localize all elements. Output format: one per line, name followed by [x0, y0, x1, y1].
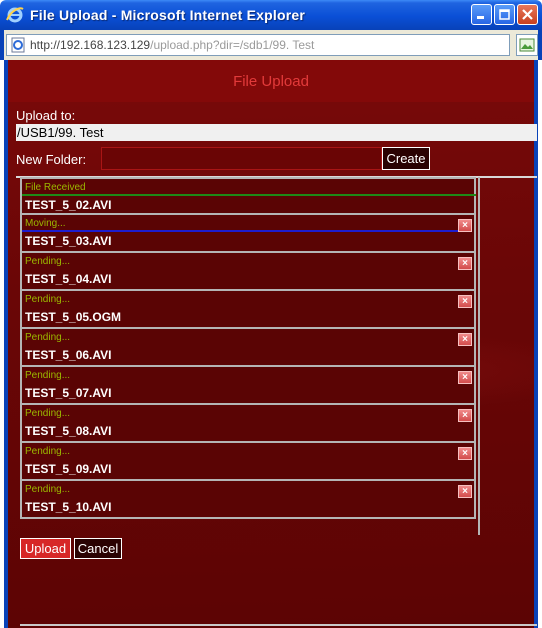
- upload-to-label: Upload to:: [16, 108, 76, 123]
- upload-button[interactable]: Upload: [20, 538, 71, 559]
- new-folder-label: New Folder:: [16, 152, 87, 167]
- file-status: Moving...: [25, 218, 66, 229]
- upload-page: File Upload Upload to: /USB1/99. Test Ne…: [4, 60, 538, 628]
- ie-icon: [6, 6, 24, 24]
- maximize-button[interactable]: [494, 4, 515, 25]
- file-row: Pending... TEST_5_10.AVI ×: [20, 481, 476, 519]
- new-folder-input[interactable]: [101, 147, 382, 170]
- file-status: Pending...: [25, 294, 71, 305]
- url-host: http://192.168.123.129: [30, 38, 151, 52]
- file-name: TEST_5_09.AVI: [25, 462, 112, 476]
- progress-line: [22, 230, 462, 232]
- file-status: Pending...: [25, 484, 71, 495]
- file-row: Pending... TEST_5_05.OGM ×: [20, 291, 476, 329]
- page-title: File Upload: [233, 72, 309, 90]
- upload-to-field[interactable]: /USB1/99. Test: [16, 124, 537, 141]
- url-field[interactable]: http://192.168.123.129 /upload.php?dir=/…: [6, 34, 510, 56]
- remove-file-button[interactable]: ×: [458, 485, 472, 498]
- picture-icon: [519, 38, 535, 52]
- file-status: Pending...: [25, 408, 71, 419]
- remove-file-button[interactable]: ×: [458, 257, 472, 270]
- url-path: /upload.php?dir=/sdb1/99. Test: [150, 38, 315, 52]
- file-row: Pending... TEST_5_07.AVI ×: [20, 367, 476, 405]
- file-name: TEST_5_05.OGM: [25, 310, 122, 324]
- cancel-button[interactable]: Cancel: [74, 538, 122, 559]
- file-name: TEST_5_10.AVI: [25, 500, 112, 514]
- window-titlebar[interactable]: File Upload - Microsoft Internet Explore…: [0, 0, 542, 30]
- page-info-button[interactable]: [516, 34, 538, 56]
- file-name: TEST_5_06.AVI: [25, 348, 112, 362]
- file-status: Pending...: [25, 370, 71, 381]
- create-button[interactable]: Create: [382, 147, 430, 170]
- minimize-icon: [477, 16, 484, 19]
- remove-file-button[interactable]: ×: [458, 295, 472, 308]
- file-name: TEST_5_04.AVI: [25, 272, 112, 286]
- file-status: Pending...: [25, 446, 71, 457]
- remove-file-button[interactable]: ×: [458, 447, 472, 460]
- remove-file-button[interactable]: ×: [458, 409, 472, 422]
- file-name: TEST_5_03.AVI: [25, 234, 112, 248]
- remove-file-button[interactable]: ×: [458, 371, 472, 384]
- file-status: Pending...: [25, 332, 71, 343]
- maximize-icon: [499, 9, 510, 20]
- remove-file-button[interactable]: ×: [458, 219, 472, 232]
- minimize-button[interactable]: [471, 4, 492, 25]
- page-header: File Upload: [8, 60, 534, 102]
- divider: [20, 624, 537, 626]
- file-status: File Received: [25, 182, 86, 193]
- file-row: Pending... TEST_5_08.AVI ×: [20, 405, 476, 443]
- file-row: Pending... TEST_5_06.AVI ×: [20, 329, 476, 367]
- file-row: Moving... TEST_5_03.AVI ×: [20, 215, 476, 253]
- file-list: File Received TEST_5_02.AVI Moving... TEST_…: [18, 177, 480, 535]
- file-name: TEST_5_07.AVI: [25, 386, 112, 400]
- file-name: TEST_5_02.AVI: [25, 198, 112, 212]
- window-title: File Upload - Microsoft Internet Explore…: [30, 7, 306, 23]
- file-row: File Received TEST_5_02.AVI: [20, 177, 476, 215]
- address-bar: http://192.168.123.129 /upload.php?dir=/…: [0, 30, 542, 60]
- remove-file-button[interactable]: ×: [458, 333, 472, 346]
- progress-line: [22, 194, 476, 196]
- close-button[interactable]: [517, 4, 538, 25]
- file-row: Pending... TEST_5_09.AVI ×: [20, 443, 476, 481]
- page-icon: [10, 37, 26, 53]
- file-status: Pending...: [25, 256, 71, 267]
- close-icon: [522, 9, 533, 20]
- file-row: Pending... TEST_5_04.AVI ×: [20, 253, 476, 291]
- file-name: TEST_5_08.AVI: [25, 424, 112, 438]
